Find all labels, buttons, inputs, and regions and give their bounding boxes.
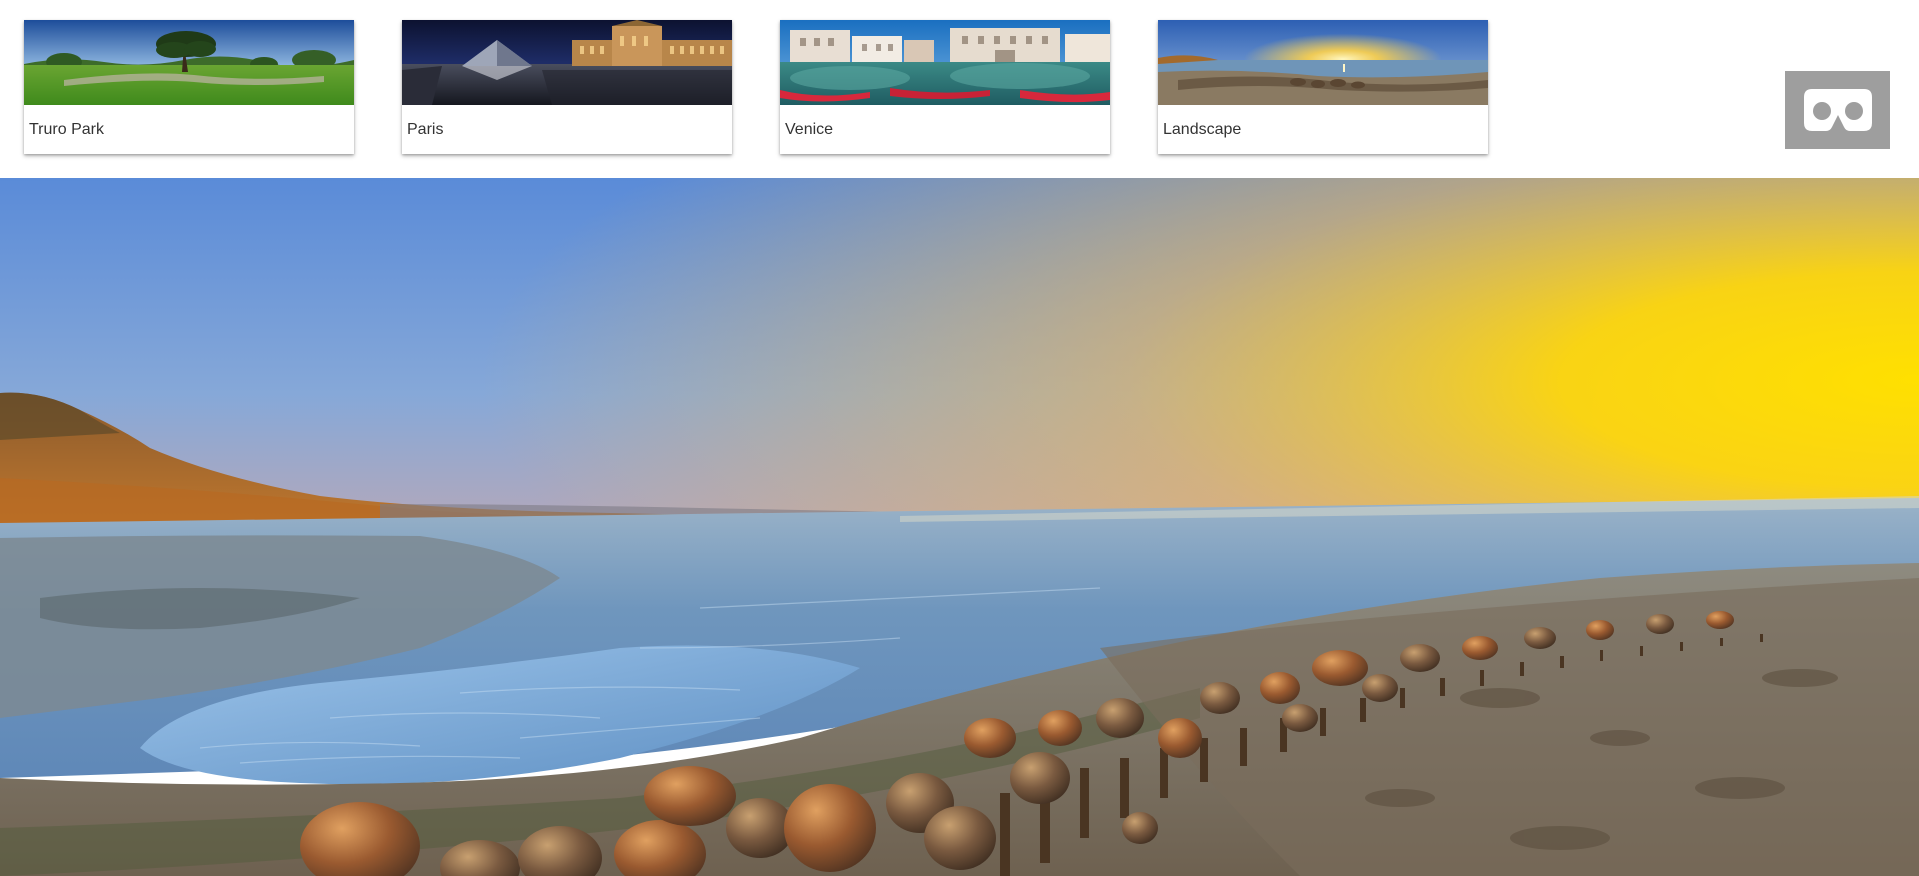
seashore-sunset-panorama-thumbnail <box>1158 20 1488 105</box>
panorama-viewer[interactable] <box>0 178 1919 876</box>
scene-card-venice[interactable]: Venice <box>780 20 1110 154</box>
scene-card-truro-park[interactable]: Truro Park <box>24 20 354 154</box>
scene-card-label: Venice <box>785 121 834 138</box>
venice-canal-panorama-thumbnail <box>780 20 1110 105</box>
scene-card-paris[interactable]: Paris <box>402 20 732 154</box>
enter-vr-button[interactable] <box>1785 71 1890 149</box>
scene-card-label: Truro Park <box>29 121 104 138</box>
vr-headset-icon <box>1803 89 1872 131</box>
park-panorama-thumbnail <box>24 20 354 105</box>
scene-card-label: Landscape <box>1163 121 1242 138</box>
scene-selector-bar: Truro Park Paris Venice Landscape <box>0 0 1919 178</box>
louvre-panorama-thumbnail <box>402 20 732 105</box>
seashore-sunset-panorama <box>0 178 1919 876</box>
scene-card-list: Truro Park Paris Venice Landscape <box>24 20 1488 154</box>
scene-card-label: Paris <box>407 121 444 138</box>
scene-card-landscape[interactable]: Landscape <box>1158 20 1488 154</box>
